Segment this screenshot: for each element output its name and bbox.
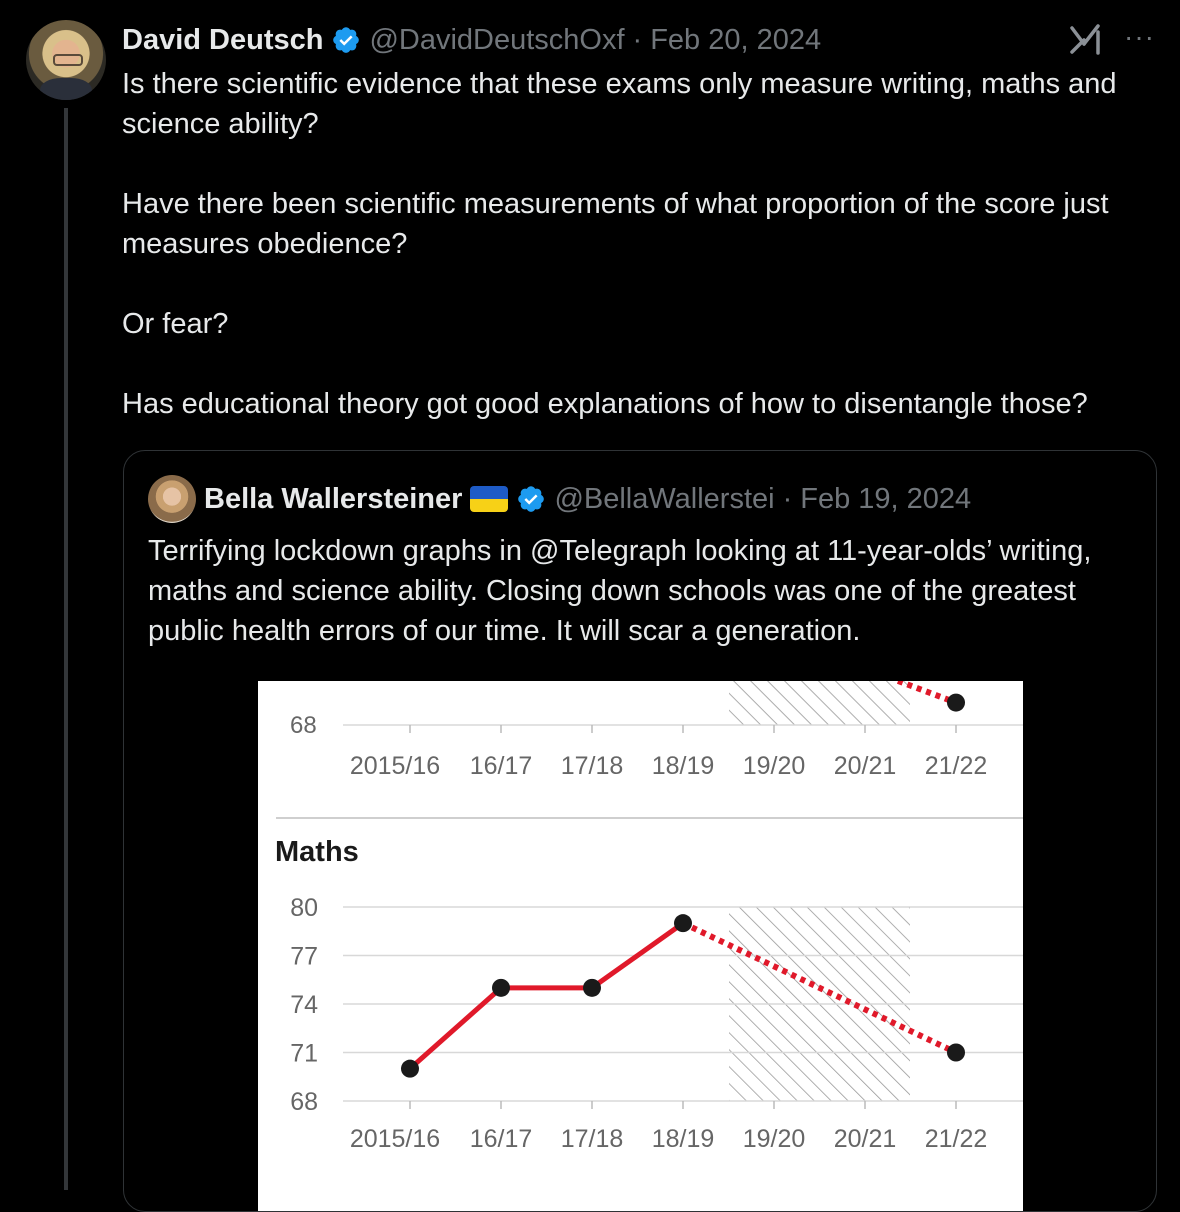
post-header: David Deutsch @DavidDeutschOxf · Feb 20,… [122, 22, 821, 58]
x-tick-label: 2015/16 [350, 1125, 440, 1153]
post-text: Is there scientific evidence that these … [122, 64, 1172, 424]
y-tick-label: 71 [290, 1040, 318, 1068]
quote-date[interactable]: Feb 19, 2024 [800, 483, 971, 516]
author-name[interactable]: David Deutsch [122, 24, 323, 57]
chart-image[interactable]: 71 68 2015/16 16/17 17/18 18/19 19/20 20/21 21/2… [258, 681, 1023, 1211]
x-tick-label: 18/19 [652, 1125, 715, 1153]
x-tick-label: 20/21 [834, 752, 897, 780]
quote-header: Bella Wallersteiner @BellaWallerstei · F… [148, 475, 971, 523]
data-point [947, 1043, 965, 1062]
post-paragraph: Has educational theory got good explanat… [122, 388, 1088, 420]
quote-header-separator: · [782, 482, 793, 515]
x-tick-label: 16/17 [470, 1125, 533, 1153]
avatar-glasses [53, 54, 83, 66]
header-separator: · [632, 23, 643, 56]
x-tick-label: 2015/16 [350, 752, 440, 780]
data-point [401, 1059, 419, 1078]
quoted-post[interactable]: Bella Wallersteiner @BellaWallerstei · F… [123, 450, 1157, 1212]
hatched-region [729, 681, 910, 725]
ukraine-flag-icon [470, 486, 509, 512]
x-tick-label: 20/21 [834, 1125, 897, 1153]
quote-author-avatar[interactable] [148, 475, 196, 523]
y-tick-label: 68 [290, 1088, 318, 1116]
quote-text: Terrifying lockdown graphs in @Telegraph… [148, 531, 1148, 651]
post-paragraph: Have there been scientific measurements … [122, 188, 1109, 260]
data-point [492, 978, 510, 997]
verified-badge-icon[interactable] [516, 484, 546, 514]
grok-icon[interactable] [1068, 22, 1104, 58]
verified-badge-icon[interactable] [331, 25, 361, 55]
x-tick-label: 19/20 [743, 1125, 806, 1153]
x-tick-label: 16/17 [470, 752, 533, 780]
x-tick-label: 17/18 [561, 1125, 624, 1153]
x-tick-label: 18/19 [652, 752, 715, 780]
y-tick-label: 71 [278, 681, 302, 683]
thread-line [64, 108, 68, 1190]
chart-title: Maths [275, 836, 359, 868]
quote-paragraph: Terrifying lockdown graphs in @Telegraph… [148, 535, 1092, 647]
post-paragraph: Or fear? [122, 308, 229, 340]
author-avatar[interactable] [26, 20, 106, 100]
x-tick-label: 17/18 [561, 752, 624, 780]
more-icon[interactable]: ··· [1124, 23, 1156, 54]
post-paragraph: Is there scientific evidence that these … [122, 68, 1117, 140]
data-point [947, 693, 965, 712]
author-handle[interactable]: @DavidDeutschOxf [369, 24, 624, 57]
data-point [583, 978, 601, 997]
x-tick-label: 21/22 [925, 752, 988, 780]
line-charts: 71 68 2015/16 16/17 17/18 18/19 19/20 20/21 21/2… [275, 681, 1023, 1153]
y-tick-label: 74 [290, 991, 318, 1019]
y-tick-label: 80 [290, 894, 318, 922]
series-line [407, 985, 504, 1072]
data-point [674, 914, 692, 933]
y-tick-label: 68 [290, 712, 317, 739]
y-tick-label: 77 [290, 943, 318, 971]
x-tick-label: 19/20 [743, 752, 806, 780]
quote-author-name[interactable]: Bella Wallersteiner [204, 483, 462, 516]
avatar-shirt [40, 78, 92, 100]
post-date[interactable]: Feb 20, 2024 [650, 24, 821, 57]
quote-author-handle[interactable]: @BellaWallerstei [554, 483, 774, 516]
x-tick-label: 21/22 [925, 1125, 988, 1153]
